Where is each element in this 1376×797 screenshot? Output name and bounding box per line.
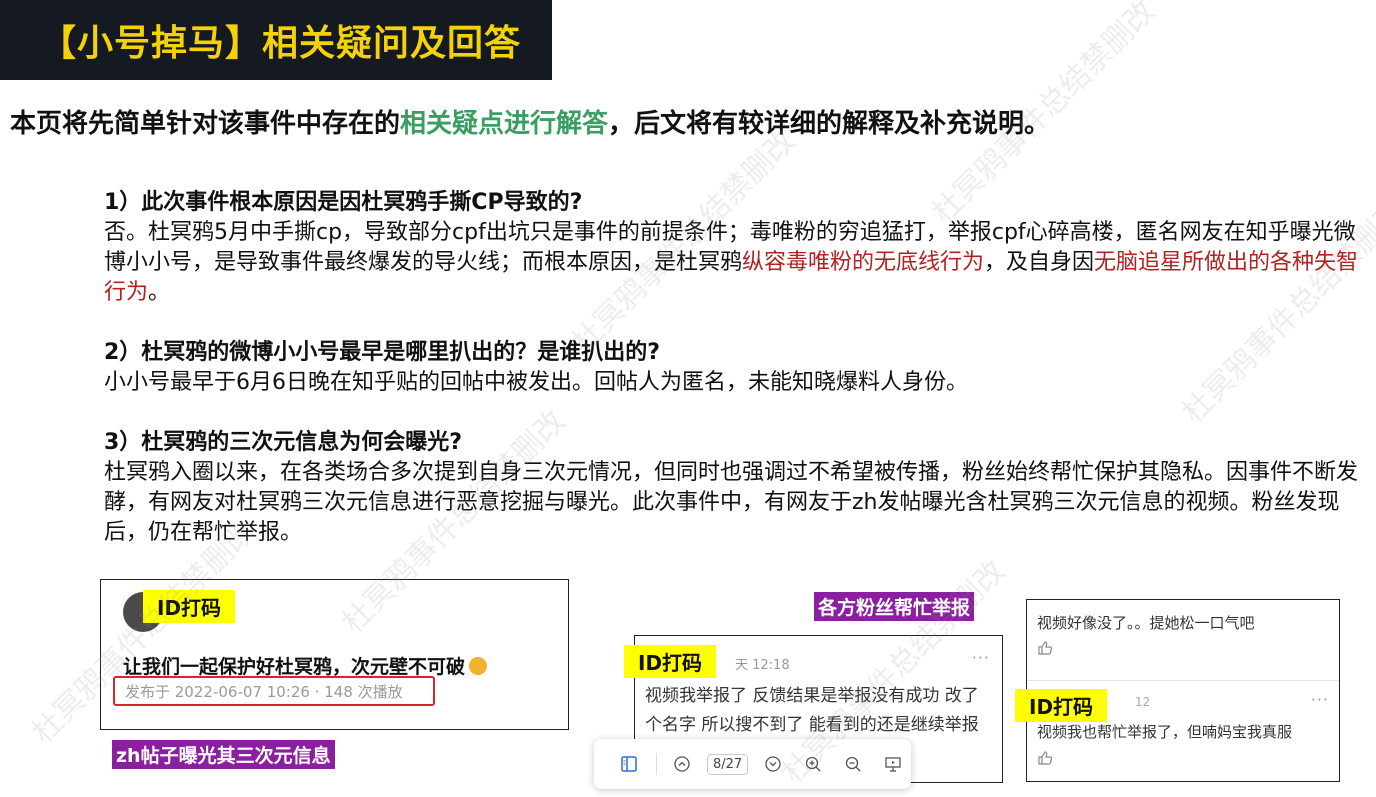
caption-fans-report: 各方粉丝帮忙举报 xyxy=(814,592,975,621)
caption-zh-post: zh帖子曝光其三次元信息 xyxy=(112,740,335,769)
fist-emoji-icon xyxy=(469,657,488,675)
more-icon: ··· xyxy=(971,648,990,667)
answer-2: 小小号最早于6月6日晚在知乎贴的回帖中被发出。回帖人为匿名，未能知晓爆料人身份。 xyxy=(104,370,968,395)
title-bar: 【小号掉马】相关疑问及回答 xyxy=(0,0,552,80)
zoom-out-button[interactable] xyxy=(838,749,868,779)
comment-body: 视频我举报了 反馈结果是举报没有成功 改了个名字 所以搜不到了 能看到的还是继续… xyxy=(645,686,979,735)
more-icon-2: ··· xyxy=(1310,690,1329,709)
presentation-button[interactable] xyxy=(878,749,908,779)
comment-2: 视频我也帮忙举报了，但喃妈宝我真服 xyxy=(1037,723,1293,741)
post-text-content: 让我们一起保护好杜冥鸦，次元壁不可破 xyxy=(123,656,466,678)
thumbs-up-icon xyxy=(1037,640,1053,660)
answer-1-text-3: 。 xyxy=(148,280,171,305)
thumbs-up-icon-2 xyxy=(1037,750,1053,770)
answer-1-red-1: 纵容毒唯粉的无底线行为 xyxy=(742,250,985,275)
qa-item-2: 2）杜冥鸦的微博小小号最早是哪里扒出的？是谁扒出的? 小小号最早于6月6日晚在知… xyxy=(104,338,1364,398)
id-mask-tag: ID打码 xyxy=(143,590,236,623)
screenshot-zh-post: ID打码 让我们一起保护好杜冥鸦，次元壁不可破 发布于 2022-06-07 1… xyxy=(100,579,569,730)
intro-part2: ，后文将有较详细的解释及补充说明。 xyxy=(608,109,1051,139)
viewer-toolbar: 8/27 xyxy=(594,739,911,789)
qa-item-3: 3）杜冥鸦的三次元信息为何会曝光? 杜冥鸦入圈以来，在各类场合多次提到自身三次元… xyxy=(104,428,1364,548)
intro-highlight: 相关疑点进行解答 xyxy=(400,109,609,139)
post-meta: 发布于 2022-06-07 10:26 · 148 次播放 xyxy=(113,676,435,706)
id-mask-tag-3: ID打码 xyxy=(1015,689,1108,722)
answer-3: 杜冥鸦入圈以来，在各类场合多次提到自身三次元情况，但同时也强调过不希望被传播，粉… xyxy=(104,460,1359,545)
question-2: 2）杜冥鸦的微博小小号最早是哪里扒出的？是谁扒出的? xyxy=(104,340,661,365)
qa-item-1: 1）此次事件根本原因是因杜冥鸦手撕CP导致的? 否。杜冥鸦5月中手撕cp，导致部… xyxy=(104,188,1364,308)
page-indicator[interactable]: 8/27 xyxy=(707,753,749,775)
answer-1-text-2: ，及自身因 xyxy=(984,250,1095,275)
sidebar-toggle-button[interactable] xyxy=(612,749,646,779)
zoom-in-button[interactable] xyxy=(798,749,828,779)
comment-1: 视频好像没了。。提她松一口气吧 xyxy=(1037,614,1255,632)
prev-page-button[interactable] xyxy=(667,749,697,779)
page-title: 【小号掉马】相关疑问及回答 xyxy=(40,23,522,64)
id-mask-tag-2: ID打码 xyxy=(624,645,717,678)
comment-time-2: 12 xyxy=(1135,695,1151,709)
question-3: 3）杜冥鸦的三次元信息为何会曝光? xyxy=(104,430,463,455)
next-page-button[interactable] xyxy=(758,749,788,779)
toolbar-divider xyxy=(656,753,657,775)
comment-time: 天 12:18 xyxy=(735,658,790,673)
answer-1: 否。杜冥鸦5月中手撕cp，导致部分cpf出坑只是事件的前提条件；毒唯粉的穷追猛打… xyxy=(104,218,1364,308)
question-1: 1）此次事件根本原因是因杜冥鸦手撕CP导致的? xyxy=(104,190,583,215)
post-text: 让我们一起保护好杜冥鸦，次元壁不可破 xyxy=(123,652,488,679)
divider xyxy=(1027,680,1339,681)
intro-part1: 本页将先简单针对该事件中存在的 xyxy=(10,109,401,139)
intro-text: 本页将先简单针对该事件中存在的相关疑点进行解答，后文将有较详细的解释及补充说明。 xyxy=(10,103,1050,140)
